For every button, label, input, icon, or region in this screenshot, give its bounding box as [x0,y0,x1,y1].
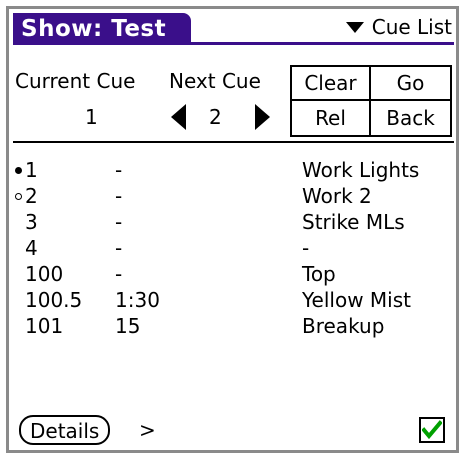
app-window: Show: Test Cue List Current Cue Next Cue… [6,6,459,453]
show-title[interactable]: Show: Test [13,13,191,45]
cue-time: - [115,262,123,286]
cue-label: Strike MLs [302,210,405,234]
cue-row[interactable]: 1 - Work Lights [13,157,454,183]
cue-number: 2 [25,184,38,208]
cue-label: Work 2 [302,184,372,208]
checkmark-icon [422,420,442,440]
category-picker[interactable]: Cue List [345,13,452,41]
current-cue-value: 1 [85,105,98,129]
prev-cue-arrow-icon[interactable] [171,104,186,130]
details-more-indicator[interactable]: > [139,417,156,443]
cue-time: 1:30 [115,288,160,312]
cue-number: 1 [25,158,38,182]
cue-row[interactable]: 100.5 1:30 Yellow Mist [13,287,454,313]
cue-number: 4 [25,236,38,260]
cue-row[interactable]: 2 - Work 2 [13,183,454,209]
details-button[interactable]: Details [19,415,111,445]
next-cue-marker-icon [15,193,22,200]
triangle-down-icon [345,21,364,33]
cue-time: - [115,236,123,260]
divider [13,141,454,143]
category-label: Cue List [371,15,452,39]
current-cue-marker-icon [15,167,22,174]
cue-label: - [302,236,310,260]
cue-list: 1 - Work Lights 2 - Work 2 3 - Strike ML… [13,157,454,339]
rel-button[interactable]: Rel [292,101,371,135]
cue-row[interactable]: 100 - Top [13,261,454,287]
title-bar: Show: Test Cue List [13,13,454,45]
back-button[interactable]: Back [371,101,450,135]
cue-row[interactable]: 3 - Strike MLs [13,209,454,235]
control-buttons: Clear Go Rel Back [290,65,452,137]
clear-button[interactable]: Clear [292,67,371,101]
checkbox[interactable] [419,417,445,443]
cue-time: 15 [115,314,141,338]
cue-label: Yellow Mist [302,288,412,312]
next-cue-value: 2 [209,105,222,129]
cue-row[interactable]: 4 - - [13,235,454,261]
cue-time: - [115,184,123,208]
current-cue-label: Current Cue [15,69,136,93]
cue-number: 100.5 [25,288,83,312]
cue-time: - [115,158,123,182]
next-cue-arrow-icon[interactable] [255,104,270,130]
cue-label: Top [302,262,336,286]
cue-label: Breakup [302,314,385,338]
cue-number: 100 [25,262,64,286]
next-cue-label: Next Cue [169,69,261,93]
cue-number: 101 [25,314,64,338]
title-rule [13,42,454,45]
cue-time: - [115,210,123,234]
go-button[interactable]: Go [371,67,450,101]
cue-number: 3 [25,210,38,234]
cue-label: Work Lights [302,158,420,182]
cue-row[interactable]: 101 15 Breakup [13,313,454,339]
